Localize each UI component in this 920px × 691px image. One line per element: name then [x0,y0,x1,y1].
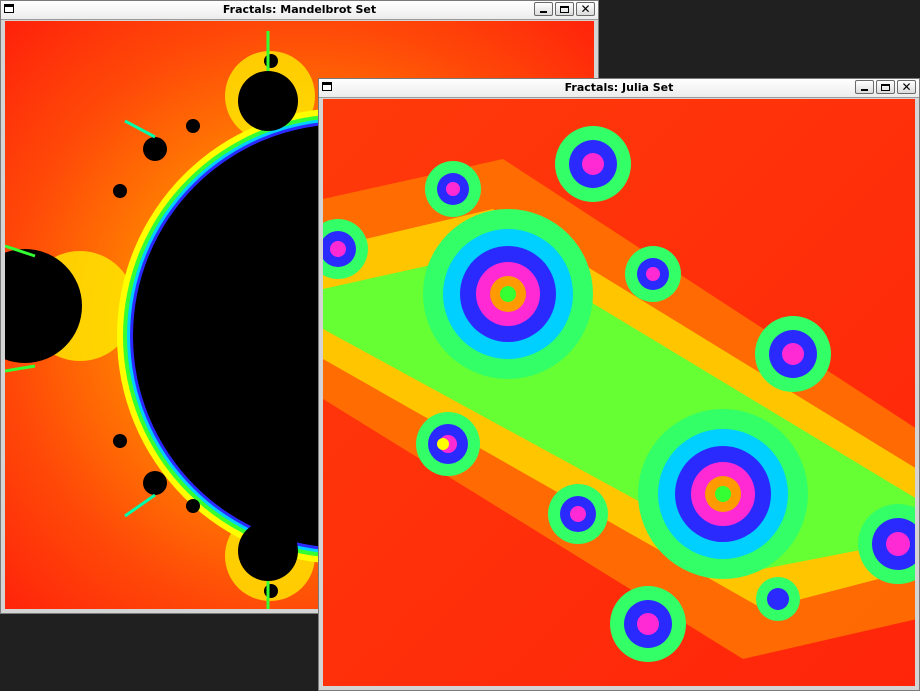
minimize-button[interactable] [855,80,874,94]
minimize-icon [540,11,547,13]
maximize-icon [560,5,569,13]
julia-titlebar[interactable]: Fractals: Julia Set ✕ [319,79,919,98]
julia-window[interactable]: Fractals: Julia Set ✕ [318,78,920,691]
minimize-icon [861,89,868,91]
maximize-button[interactable] [555,2,574,16]
close-icon: ✕ [580,2,591,16]
maximize-icon [881,83,890,91]
julia-title: Fractals: Julia Set [564,81,674,94]
close-button[interactable]: ✕ [576,2,595,16]
julia-image [323,99,915,686]
mandelbrot-titlebar[interactable]: Fractals: Mandelbrot Set ✕ [1,1,598,20]
maximize-button[interactable] [876,80,895,94]
close-icon: ✕ [901,80,912,94]
julia-canvas[interactable] [323,99,915,686]
mandelbrot-title: Fractals: Mandelbrot Set [222,3,377,16]
close-button[interactable]: ✕ [897,80,916,94]
minimize-button[interactable] [534,2,553,16]
